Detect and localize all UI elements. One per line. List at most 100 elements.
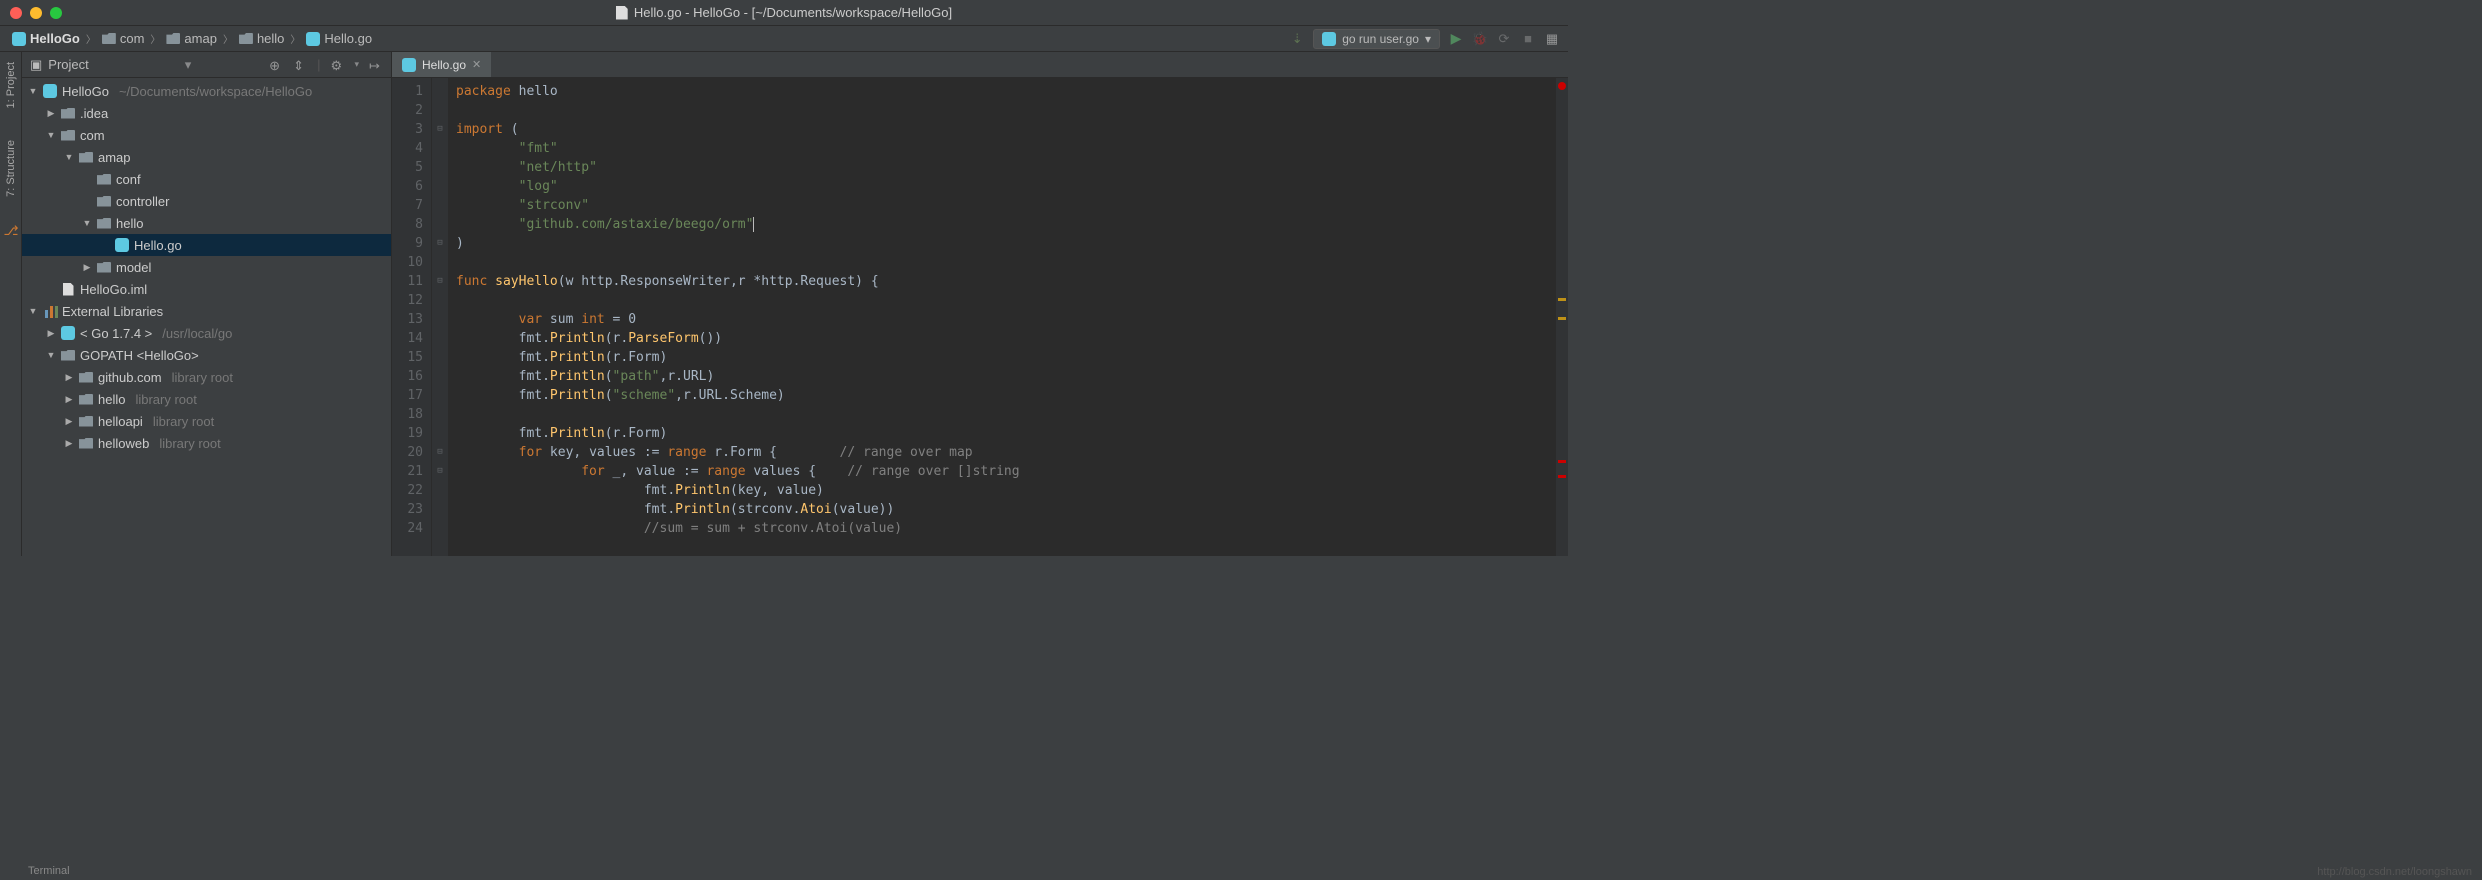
run-configuration-dropdown[interactable]: go run user.go ▾ [1313,29,1440,49]
expand-arrow-icon[interactable]: ▶ [82,262,92,273]
expand-arrow-icon[interactable]: ▶ [46,108,56,119]
window-title-text: Hello.go - HelloGo - [~/Documents/worksp… [634,5,952,20]
expand-arrow-icon[interactable]: ▼ [82,218,92,228]
error-marker-icon[interactable] [1558,82,1566,90]
tree-node[interactable]: ▶helloapilibrary root [22,410,391,432]
project-tree[interactable]: ▼HelloGo~/Documents/workspace/HelloGo▶.i… [22,78,391,556]
project-panel-title: Project [48,57,88,72]
collapse-icon[interactable]: ⇕ [293,58,307,72]
expand-arrow-icon[interactable]: ▶ [64,438,74,449]
project-view-icon[interactable]: ▣ [30,57,42,73]
minimize-window-button[interactable] [30,7,42,19]
project-panel-header: ▣ Project ▾ ⊕ ⇕ | ⚙ ▾ ↦ [22,52,391,78]
editor-tabs: Hello.go ✕ [392,52,1568,78]
tree-label: GOPATH <HelloGo> [80,348,199,363]
expand-arrow-icon[interactable]: ▶ [64,394,74,405]
tree-node[interactable]: ▶helloweblibrary root [22,432,391,454]
left-tool-gutter: 1: Project 7: Structure ⎇ [0,52,22,556]
go-icon [12,32,26,46]
tree-node[interactable]: conf [22,168,391,190]
warning-marker-icon[interactable] [1558,317,1566,320]
warning-marker-icon[interactable] [1558,298,1566,301]
tree-node[interactable]: ▼amap [22,146,391,168]
debug-button[interactable]: 🐞 [1472,31,1488,47]
layout-settings-icon[interactable]: ▦ [1544,31,1560,47]
tree-label: < Go 1.7.4 > [80,326,152,341]
fold-gutter[interactable]: ⊟⊟⊟⊟⊟ [432,78,448,556]
file-icon [616,6,628,20]
structure-tool-tab[interactable]: 7: Structure [3,134,19,203]
tree-hint: library root [172,370,233,385]
editor: Hello.go ✕ 12345678910111213141516171819… [392,52,1568,556]
tree-node[interactable]: ▶< Go 1.7.4 >/usr/local/go [22,322,391,344]
tree-node[interactable]: ▶hellolibrary root [22,388,391,410]
expand-arrow-icon[interactable]: ▼ [28,306,38,316]
tree-node[interactable]: ▶github.comlibrary root [22,366,391,388]
tree-label: conf [116,172,141,187]
tree-node[interactable]: ▼ com [22,124,391,146]
coverage-button[interactable]: ⟳ [1496,31,1512,47]
vcs-icon[interactable]: ⎇ [4,223,18,237]
breadcrumb-label: com [120,31,145,46]
project-panel: ▣ Project ▾ ⊕ ⇕ | ⚙ ▾ ↦ ▼HelloGo~/Docume… [22,52,392,556]
go-icon [42,84,58,98]
code-editor[interactable]: 123456789101112131415161718192021222324 … [392,78,1568,556]
download-icon[interactable]: ⇣ [1289,31,1305,47]
breadcrumb-separator: 〉 [86,31,96,46]
toolbar: ⇣ go run user.go ▾ ▶ 🐞 ⟳ ■ ▦ [1289,29,1560,49]
locate-icon[interactable]: ⊕ [269,58,283,72]
settings-gear-icon[interactable]: ⚙ [330,58,344,72]
expand-arrow-icon[interactable]: ▼ [46,350,56,360]
tree-node[interactable]: controller [22,190,391,212]
folder-icon [239,33,253,44]
breadcrumb-item[interactable]: HelloGo [8,29,84,48]
navigation-bar: HelloGo〉com〉amap〉hello〉Hello.go ⇣ go run… [0,26,1568,52]
folder-icon [78,392,94,406]
tree-node[interactable]: Hello.go [22,234,391,256]
breadcrumb-item[interactable]: hello [235,29,288,48]
chevron-down-icon: ▾ [1425,32,1431,46]
close-tab-icon[interactable]: ✕ [472,58,481,71]
window-controls [0,7,62,19]
expand-arrow-icon[interactable]: ▼ [46,130,56,140]
hide-panel-icon[interactable]: ↦ [369,58,383,72]
bottom-tool-bar: Terminal [22,862,70,880]
tree-node[interactable]: ▶.idea [22,102,391,124]
close-window-button[interactable] [10,7,22,19]
breadcrumb-item[interactable]: Hello.go [302,29,376,48]
file-icon [60,282,76,296]
expand-arrow-icon[interactable]: ▶ [46,328,56,339]
tree-node[interactable]: ▶model [22,256,391,278]
tree-node[interactable]: HelloGo.iml [22,278,391,300]
view-mode-dropdown[interactable]: ▾ [185,57,192,73]
watermark: http://blog.csdn.net/loongshawn [2317,866,2472,878]
editor-tab-hello-go[interactable]: Hello.go ✕ [392,52,491,77]
expand-arrow-icon[interactable]: ▶ [64,372,74,383]
project-tool-tab[interactable]: 1: Project [3,56,19,114]
tree-node[interactable]: ▼ hello [22,212,391,234]
error-marker-icon[interactable] [1558,460,1566,463]
expand-arrow-icon[interactable]: ▼ [64,152,74,162]
breadcrumb-item[interactable]: amap [162,29,221,48]
breadcrumb-label: hello [257,31,284,46]
library-icon [42,304,58,318]
expand-arrow-icon[interactable]: ▶ [64,416,74,427]
code-content[interactable]: package hello import ( "fmt" "net/http" … [448,78,1568,556]
folder-icon [78,370,94,384]
run-button[interactable]: ▶ [1448,31,1464,47]
tree-label: hello [116,216,143,231]
breadcrumb-item[interactable]: com [98,29,149,48]
tree-hint: library root [159,436,220,451]
error-stripe[interactable] [1556,78,1568,556]
breadcrumb-label: Hello.go [324,31,372,46]
error-marker-icon[interactable] [1558,475,1566,478]
stop-button[interactable]: ■ [1520,31,1536,47]
terminal-tab[interactable]: Terminal [28,865,70,877]
expand-arrow-icon[interactable]: ▼ [28,86,38,96]
maximize-window-button[interactable] [50,7,62,19]
tree-label: Hello.go [134,238,182,253]
tree-node[interactable]: ▼HelloGo~/Documents/workspace/HelloGo [22,80,391,102]
tree-node[interactable]: ▼External Libraries [22,300,391,322]
tree-node[interactable]: ▼ GOPATH <HelloGo> [22,344,391,366]
tree-label: com [80,128,105,143]
